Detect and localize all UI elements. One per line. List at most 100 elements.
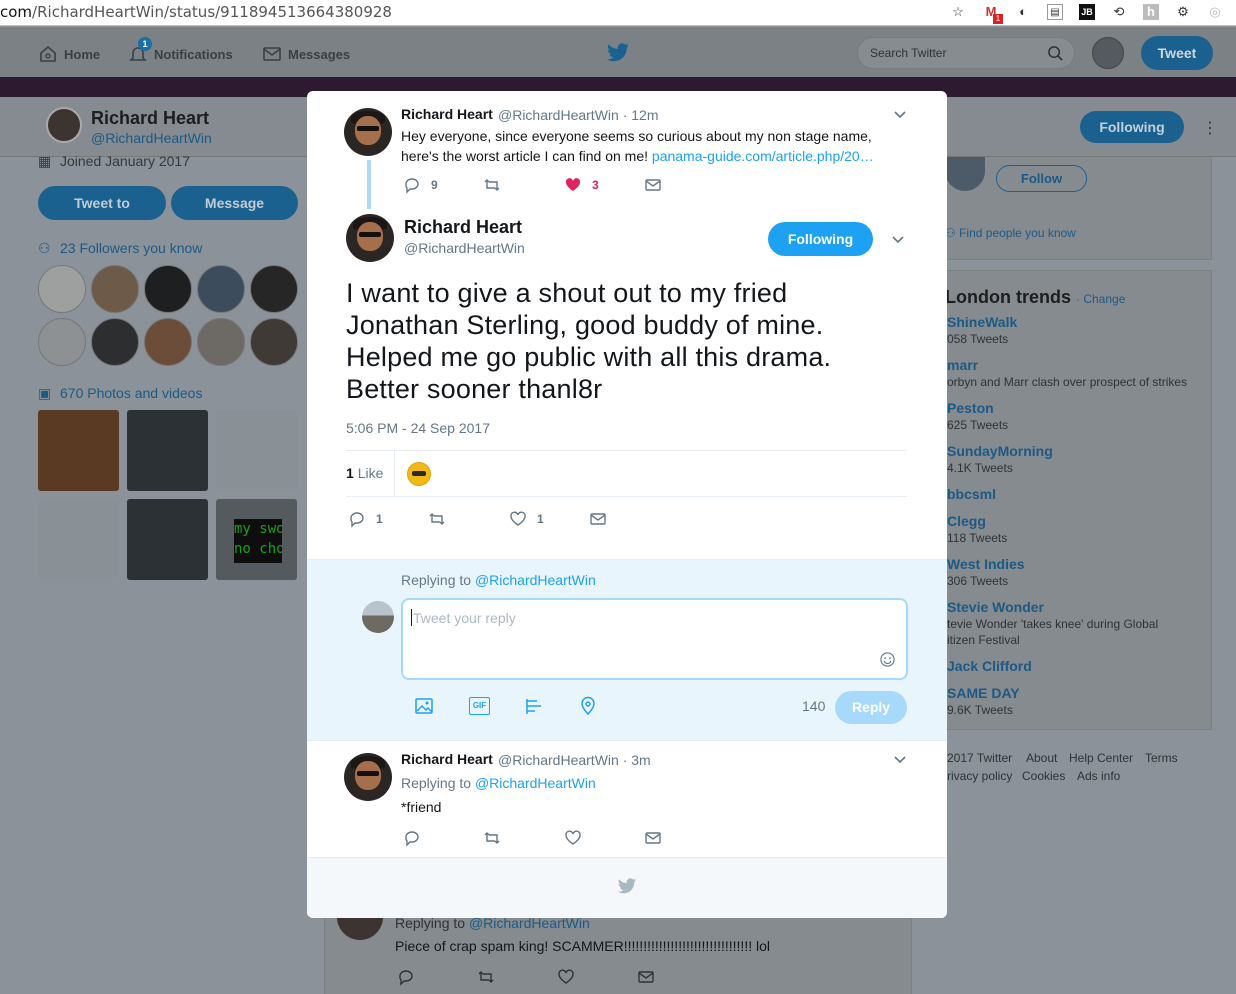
follower-avatar[interactable]	[144, 265, 192, 313]
reply-textarea[interactable]: Tweet your reply	[401, 598, 908, 680]
follow-button[interactable]: Follow	[996, 165, 1087, 192]
footer-link[interactable]: About	[1026, 751, 1057, 765]
trend-item[interactable]: Peston	[947, 400, 994, 416]
replying-to-handle[interactable]: @RichardHeartWin	[475, 775, 596, 791]
profile-mini-avatar[interactable]	[46, 107, 82, 143]
chevron-down-icon[interactable]	[893, 752, 907, 766]
dm-action[interactable]	[589, 510, 607, 528]
reply-action[interactable]: 1	[348, 510, 383, 528]
follower-avatar[interactable]	[38, 318, 86, 366]
trend-item[interactable]: ShineWalk	[947, 314, 1017, 330]
trend-item[interactable]: SundayMorning	[947, 443, 1053, 459]
reply-icon[interactable]	[397, 968, 415, 986]
follower-avatar[interactable]	[197, 265, 245, 313]
follower-avatar[interactable]	[91, 265, 139, 313]
envelope-icon[interactable]	[644, 829, 662, 847]
profile-handle[interactable]: @RichardHeartWin	[91, 130, 212, 146]
tweet-author-name[interactable]: Richard Heart	[401, 106, 493, 122]
jb-extension-icon[interactable]: JB	[1079, 4, 1095, 20]
chevron-down-icon[interactable]	[891, 232, 905, 246]
footer-link[interactable]: 2017 Twitter	[947, 751, 1012, 765]
avatar[interactable]	[344, 108, 392, 156]
tweet-author-name[interactable]: Richard Heart	[404, 217, 522, 238]
message-button[interactable]: Message	[171, 186, 298, 220]
find-people-link[interactable]: ⚇ Find people you know	[945, 226, 1076, 240]
avatar[interactable]	[344, 753, 392, 801]
follower-avatar[interactable]	[250, 318, 298, 366]
followers-you-know-link[interactable]: 23 Followers you know	[60, 240, 202, 256]
photos-videos-link[interactable]: 670 Photos and videos	[60, 385, 202, 401]
media-thumbnail[interactable]: my swo no choi	[216, 499, 297, 580]
trend-item[interactable]: Clegg	[947, 513, 986, 529]
more-options-icon[interactable]: ⋮	[1202, 118, 1218, 138]
dm-icon[interactable]	[637, 968, 655, 986]
poll-icon[interactable]	[524, 696, 544, 716]
contrast-icon[interactable]: ◐	[1015, 4, 1031, 20]
chevron-down-icon[interactable]	[893, 107, 907, 121]
profile-following-button[interactable]: Following	[1080, 111, 1184, 143]
tweet-time[interactable]: · 3m	[623, 752, 651, 768]
location-icon[interactable]	[578, 696, 598, 716]
tweet-timestamp[interactable]: 5:06 PM - 24 Sep 2017	[346, 420, 490, 436]
media-thumbnail[interactable]	[127, 499, 208, 580]
retweet-icon[interactable]	[483, 829, 501, 847]
settings-gear-icon[interactable]: ⚙	[1175, 4, 1191, 20]
like-action[interactable]: 1	[509, 510, 544, 528]
avatar[interactable]	[346, 214, 394, 262]
tweet-to-button[interactable]: Tweet to	[38, 186, 166, 220]
browser-url-bar[interactable]: com/RichardHeartWin/status/9118945136643…	[0, 0, 1236, 26]
following-button[interactable]: Following	[768, 222, 873, 256]
retweet-icon[interactable]	[477, 968, 495, 986]
media-thumbnail[interactable]	[127, 410, 208, 491]
tweet-time[interactable]: · 12m	[623, 107, 659, 123]
follower-avatar[interactable]	[91, 318, 139, 366]
footer-link[interactable]: rivacy policy	[947, 769, 1012, 783]
likes-stat[interactable]: 1 Like	[346, 465, 383, 481]
current-user-avatar[interactable]	[362, 601, 394, 633]
compose-tweet-button[interactable]: Tweet	[1141, 36, 1213, 70]
follower-avatar[interactable]	[38, 265, 86, 313]
extension-icon[interactable]: ▤	[1047, 4, 1063, 20]
trend-item[interactable]: Jack Clifford	[947, 658, 1032, 674]
dm-action[interactable]	[644, 176, 662, 194]
tweet-author-name[interactable]: Richard Heart	[401, 751, 493, 767]
footer-link[interactable]: Help Center	[1069, 751, 1133, 765]
trend-item[interactable]: bbcsml	[947, 486, 996, 502]
heart-icon[interactable]	[557, 968, 575, 986]
reply-icon[interactable]	[403, 829, 421, 847]
follower-avatar[interactable]	[197, 318, 245, 366]
url-text[interactable]: com/RichardHeartWin/status/9118945136643…	[0, 3, 392, 21]
search-twitter-input[interactable]: Search Twitter	[857, 37, 1075, 69]
media-thumbnail[interactable]	[216, 410, 297, 491]
profile-name[interactable]: Richard Heart	[91, 108, 209, 129]
like-action[interactable]: 3	[564, 176, 599, 194]
account-avatar[interactable]	[1092, 37, 1124, 69]
gif-icon[interactable]: GIF	[469, 697, 490, 715]
emoji-icon[interactable]	[879, 651, 896, 668]
replying-to-handle[interactable]: @RichardHeartWin	[475, 572, 596, 588]
retweet-action[interactable]	[483, 176, 501, 194]
heart-icon[interactable]	[564, 829, 582, 847]
history-icon[interactable]: ⟲	[1111, 4, 1127, 20]
trend-item[interactable]: Stevie Wonder	[947, 599, 1044, 615]
follower-avatar[interactable]	[144, 318, 192, 366]
tweet-author-handle[interactable]: @RichardHeartWin	[498, 107, 619, 123]
twitter-bird-logo-icon[interactable]	[606, 42, 630, 64]
nav-home[interactable]: Home	[38, 44, 100, 64]
photo-upload-icon[interactable]	[414, 696, 434, 716]
footer-link[interactable]: Cookies	[1022, 769, 1065, 783]
article-link[interactable]: panama-guide.com/article.php/20…	[652, 148, 874, 164]
footer-link[interactable]: Ads info	[1077, 769, 1120, 783]
follower-avatar[interactable]	[250, 265, 298, 313]
change-trends-link[interactable]: · Change	[1076, 292, 1125, 306]
retweet-action[interactable]	[428, 510, 446, 528]
media-thumbnail[interactable]	[38, 499, 119, 580]
trend-item[interactable]: West Indies	[947, 556, 1025, 572]
tweet-author-handle[interactable]: @RichardHeartWin	[498, 752, 619, 768]
media-thumbnail[interactable]	[38, 410, 119, 491]
nav-messages[interactable]: Messages	[262, 44, 350, 64]
bookmark-star-icon[interactable]: ☆	[950, 4, 966, 20]
trend-item[interactable]: SAME DAY	[947, 685, 1020, 701]
hypothesis-icon[interactable]: h	[1143, 4, 1159, 20]
trend-item[interactable]: marr	[947, 357, 978, 373]
